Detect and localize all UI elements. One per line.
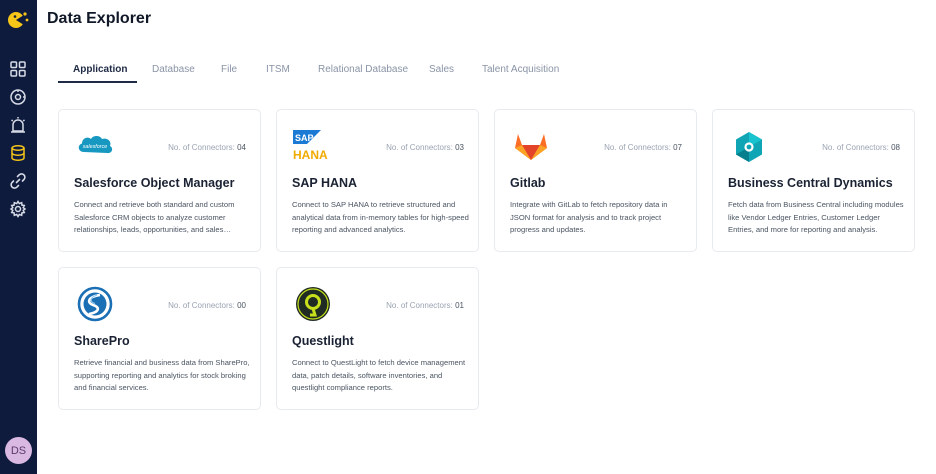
card-title: SharePro — [74, 334, 130, 348]
app-logo-icon[interactable] — [6, 8, 30, 32]
connector-card-sap-hana[interactable]: SAP HANA No. of Connectors: 03 SAP HANA … — [276, 109, 479, 252]
tab-database[interactable]: Database — [152, 64, 195, 75]
connector-card-gitlab[interactable]: No. of Connectors: 07 Gitlab Integrate w… — [494, 109, 697, 252]
connector-count: No. of Connectors: 04 — [168, 143, 246, 152]
svg-text:HANA: HANA — [293, 148, 328, 162]
card-description: Connect to SAP HANA to retrieve structur… — [292, 200, 469, 235]
card-description: Integrate with GitLab to fetch repositor… — [510, 200, 668, 235]
connector-card-salesforce[interactable]: salesforce No. of Connectors: 04 Salesfo… — [58, 109, 261, 252]
sidebar: DS — [0, 0, 37, 474]
tab-itsm[interactable]: ITSM — [266, 64, 290, 75]
page-title: Data Explorer — [47, 10, 152, 27]
card-description: Connect and retrieve both standard and c… — [74, 200, 235, 235]
connector-card-sharepro[interactable]: No. of Connectors: 00 SharePro Retrieve … — [58, 267, 261, 410]
connector-count: No. of Connectors: 08 — [822, 143, 900, 152]
database-icon[interactable] — [9, 144, 27, 162]
dashboard-icon[interactable] — [9, 60, 27, 78]
gitlab-logo — [515, 134, 547, 160]
business-central-logo — [736, 132, 762, 162]
card-description: Fetch data from Business Central includi… — [728, 200, 904, 235]
sap-hana-logo: SAP HANA — [293, 130, 328, 162]
card-description: Connect to QuestLight to fetch device ma… — [292, 358, 466, 393]
card-title: Business Central Dynamics — [728, 176, 893, 190]
connector-count: No. of Connectors: 00 — [168, 301, 246, 310]
category-tabs: Application Database File ITSM Relationa… — [58, 56, 916, 84]
connector-card-business-central[interactable]: No. of Connectors: 08 Business Central D… — [712, 109, 915, 252]
tab-file[interactable]: File — [221, 64, 237, 75]
tab-talent-acquisition[interactable]: Talent Acquisition — [482, 64, 559, 75]
alarm-icon[interactable] — [9, 116, 27, 134]
user-avatar[interactable]: DS — [5, 437, 32, 464]
active-tab-indicator — [58, 81, 137, 83]
svg-text:SAP: SAP — [295, 133, 314, 143]
connector-count: No. of Connectors: 03 — [386, 143, 464, 152]
sharepro-logo — [77, 286, 113, 322]
connector-count: No. of Connectors: 07 — [604, 143, 682, 152]
compass-icon[interactable] — [9, 88, 27, 106]
card-title: Questlight — [292, 334, 354, 348]
salesforce-logo: salesforce — [78, 136, 113, 154]
tab-sales[interactable]: Sales — [429, 64, 454, 75]
svg-text:salesforce: salesforce — [83, 144, 108, 150]
link-icon[interactable] — [9, 172, 27, 190]
gear-icon[interactable] — [9, 200, 27, 218]
card-title: Salesforce Object Manager — [74, 176, 235, 190]
questlight-logo — [296, 287, 330, 321]
card-title: Gitlab — [510, 176, 546, 190]
connector-count: No. of Connectors: 01 — [386, 301, 464, 310]
tab-relational-database[interactable]: Relational Database — [318, 64, 408, 75]
card-title: SAP HANA — [292, 176, 358, 190]
tab-application[interactable]: Application — [73, 64, 127, 75]
card-description: Retrieve financial and business data fro… — [74, 358, 250, 393]
connector-card-questlight[interactable]: No. of Connectors: 01 Questlight Connect… — [276, 267, 479, 410]
